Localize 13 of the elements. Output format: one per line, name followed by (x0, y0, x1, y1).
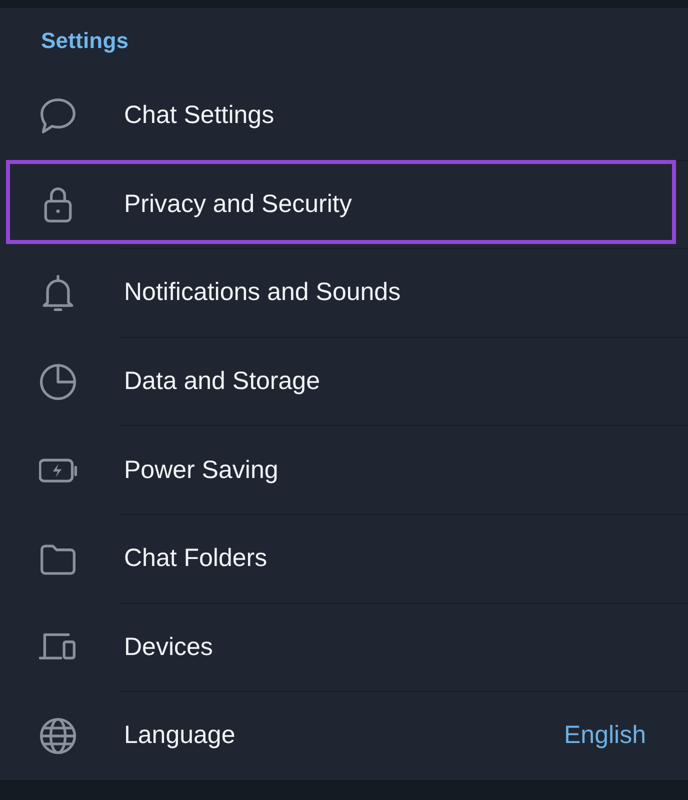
settings-item[interactable]: Power Saving (0, 426, 688, 514)
settings-item[interactable]: Chat Settings (0, 72, 688, 160)
settings-item[interactable]: Devices (0, 604, 688, 692)
settings-item[interactable]: Data and Storage (0, 338, 688, 426)
pie-chart-icon (39, 362, 77, 401)
speech-bubble-icon (39, 96, 77, 135)
settings-item[interactable]: Privacy and Security (0, 160, 688, 248)
settings-item[interactable]: Chat Folders (0, 514, 688, 603)
current-value: English (564, 721, 646, 750)
settings-item[interactable]: Language English (0, 692, 688, 780)
settings-item[interactable]: Notifications and Sounds (0, 249, 688, 337)
section-title: Settings (41, 28, 129, 54)
globe-icon (39, 716, 77, 755)
